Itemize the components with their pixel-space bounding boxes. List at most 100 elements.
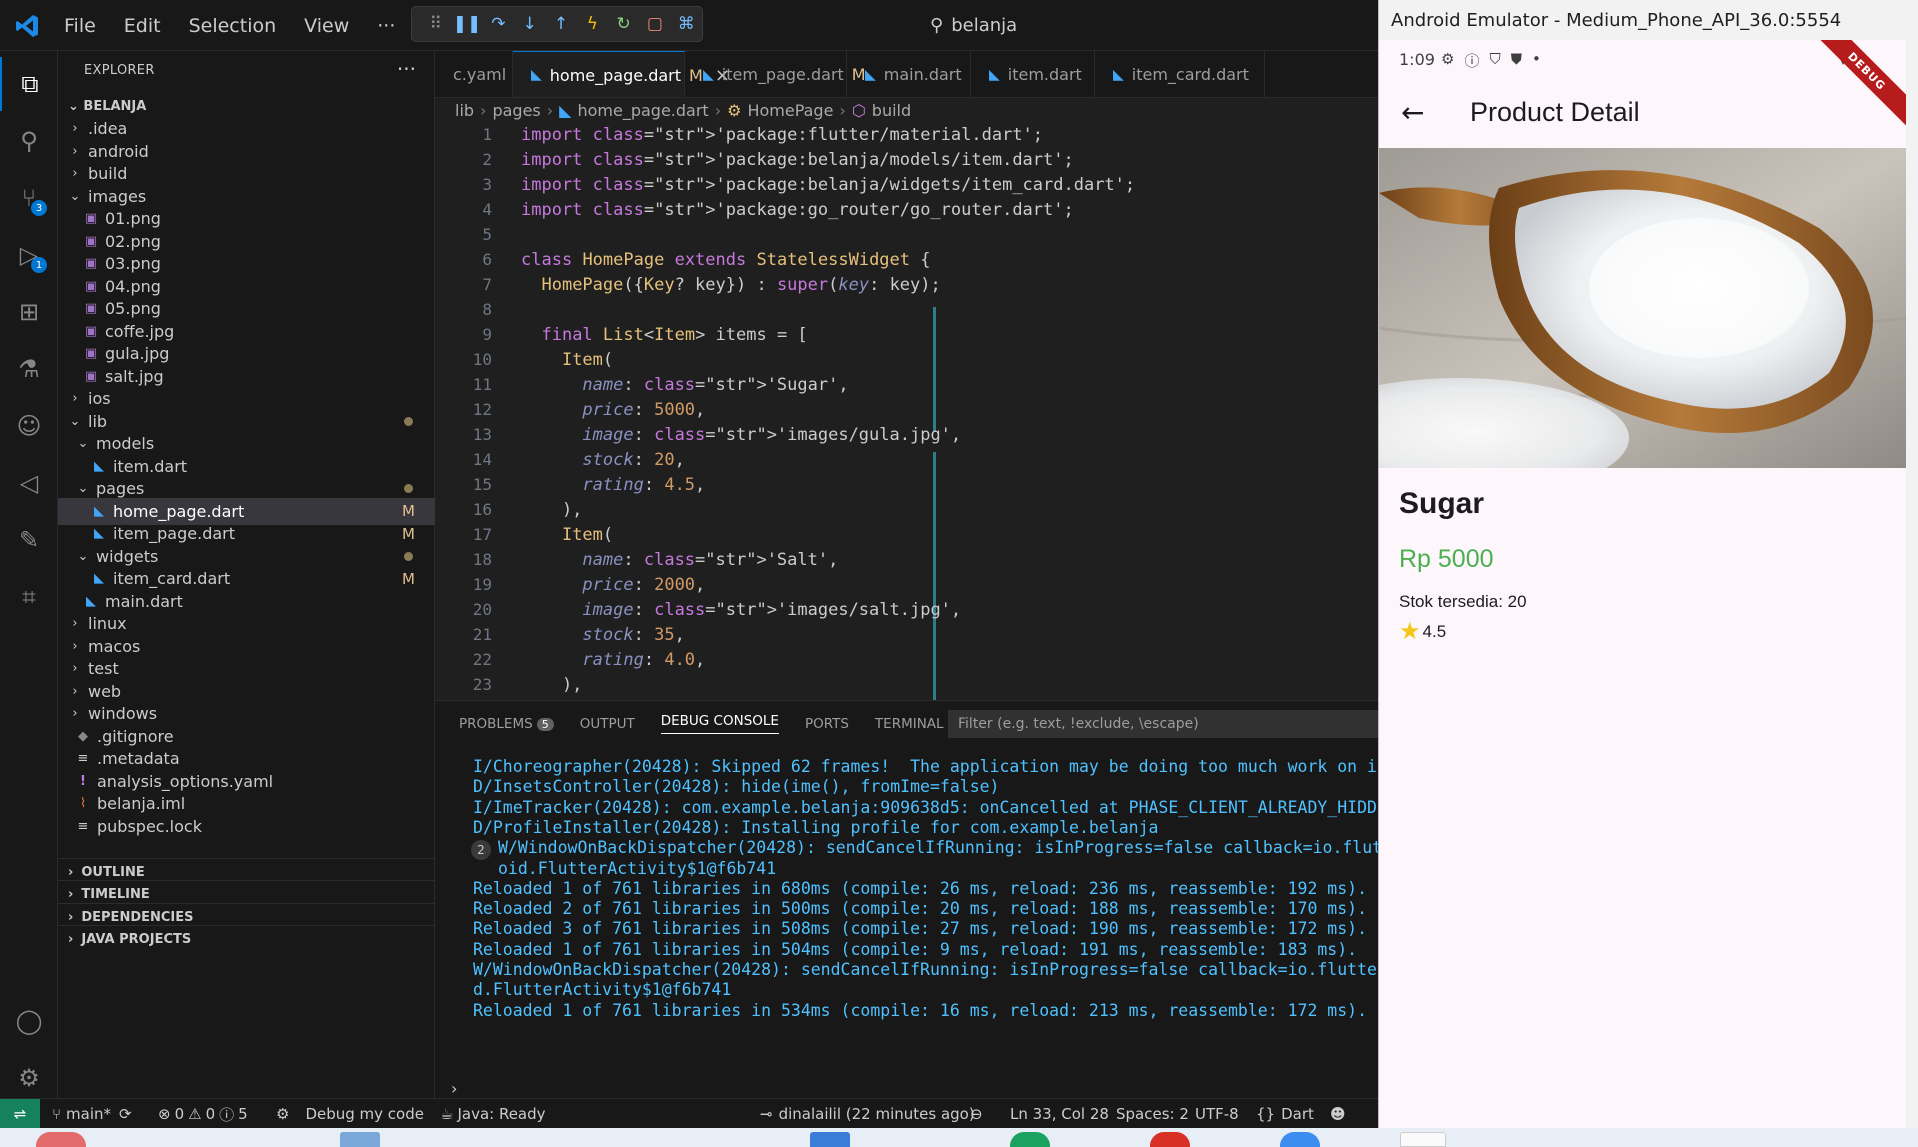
flutter-icon[interactable]: ◁: [0, 456, 58, 510]
indentation[interactable]: Spaces: 2: [1116, 1099, 1189, 1129]
editor-tab[interactable]: ◣ main.dart: [847, 51, 971, 97]
line-number: 1: [482, 125, 492, 144]
tree-item-label: 05.png: [105, 299, 161, 318]
breadcrumb-item[interactable]: build: [872, 101, 911, 120]
language-mode[interactable]: {} Dart: [1256, 1099, 1314, 1129]
problems-indicator[interactable]: ⊗ 0 ⚠ 0 ⓘ 5: [158, 1099, 248, 1129]
app-icon[interactable]: [36, 1132, 86, 1147]
search-icon[interactable]: ⚲: [0, 114, 58, 168]
hot-reload-icon[interactable]: ϟ: [577, 8, 608, 40]
sugar-spoon-image: [1379, 148, 1906, 468]
line-number: 10: [472, 350, 492, 369]
app-icon[interactable]: [1400, 1132, 1446, 1147]
tree-item-label: gula.jpg: [105, 344, 170, 363]
encoding[interactable]: UTF-8: [1195, 1099, 1239, 1129]
language-label: Dart: [1281, 1105, 1314, 1123]
java-status[interactable]: ☕ Java: Ready: [440, 1099, 546, 1129]
menu-item-1[interactable]: Edit: [124, 15, 161, 37]
run-debug-icon[interactable]: ▷ 1: [0, 228, 58, 282]
code-text: image: class="str">'images/salt.jpg',: [582, 599, 962, 620]
menu-item-0[interactable]: File: [64, 15, 96, 37]
drag-handle-icon[interactable]: ⠿: [420, 8, 451, 40]
tree-item-label: test: [88, 659, 119, 678]
panel-tab-label: OUTPUT: [579, 715, 635, 732]
panel-tab[interactable]: DEBUG CONSOLE: [660, 713, 779, 734]
editor-tab[interactable]: ◣ item.dart: [971, 51, 1095, 97]
app-icon[interactable]: [1010, 1132, 1050, 1147]
scan-icon[interactable]: ⌗: [0, 570, 58, 624]
gear-icon[interactable]: ⚙: [0, 1051, 58, 1105]
commit-icon: ⊸: [760, 1105, 773, 1123]
app-icon[interactable]: [1280, 1132, 1320, 1147]
line-number: 8: [482, 300, 492, 319]
source-control-icon[interactable]: ⑂ 3: [0, 171, 58, 225]
back-arrow-icon[interactable]: ←: [1401, 96, 1424, 129]
menu-item-3[interactable]: View: [304, 15, 349, 37]
branch-indicator[interactable]: ⑂ main* ⟳: [52, 1099, 132, 1129]
chevron-right-icon: ›: [714, 100, 722, 120]
app-icon[interactable]: [1150, 1132, 1190, 1147]
project-header[interactable]: ⌄ BELANJA: [68, 99, 146, 114]
product-price: Rp 5000: [1399, 545, 1494, 573]
tree-item-label: salt.jpg: [105, 366, 164, 386]
code-text: final List<Item> items = [: [541, 324, 808, 345]
sidebar-section[interactable]: › JAVA PROJECTS: [58, 925, 435, 952]
remote-icon[interactable]: ⇌: [0, 1099, 40, 1129]
tree-item-label: android: [88, 141, 149, 161]
breadcrumb-item[interactable]: HomePage: [747, 101, 833, 120]
breadcrumb-item[interactable]: home_page.dart: [577, 101, 708, 120]
cursor-position[interactable]: Ln 33, Col 28: [1010, 1099, 1109, 1129]
tree-item-label: coffe.jpg: [105, 321, 175, 341]
account-icon[interactable]: ◯: [0, 994, 58, 1048]
code-text: stock: 20,: [582, 449, 685, 470]
panel-tab[interactable]: PROBLEMS 5: [459, 716, 554, 732]
breadcrumb-item[interactable]: lib: [455, 101, 474, 120]
testing-icon[interactable]: ⚗: [0, 342, 58, 396]
pencil-icon[interactable]: ✎: [0, 513, 58, 567]
code-text: import class="str">'package:flutter/mate…: [521, 124, 1044, 145]
devtools-icon[interactable]: ⌘: [671, 8, 702, 40]
tab-label: home_page.dart: [549, 65, 681, 85]
panel-tab[interactable]: PORTS: [805, 716, 849, 732]
tree-item[interactable]: ≡ pubspec.lock: [58, 813, 435, 840]
run-debug-badge: 1: [31, 257, 47, 273]
tree-item-label: main.dart: [105, 591, 183, 611]
step-out-icon[interactable]: ↑: [545, 8, 576, 40]
menu-item-4[interactable]: ···: [377, 15, 395, 37]
command-center[interactable]: ⚲ belanja: [930, 9, 1350, 41]
debug-config[interactable]: ⚙ Debug my code: [276, 1099, 424, 1129]
step-over-icon[interactable]: ↷: [483, 8, 514, 40]
star-icon: ★: [1399, 618, 1421, 645]
line-number: 18: [472, 550, 492, 569]
editor-tab[interactable]: ◣ item_card.dart: [1095, 51, 1265, 97]
app-icon[interactable]: [340, 1132, 380, 1147]
editor-tab[interactable]: c.yaml: [435, 51, 513, 97]
menu-bar: File Edit Selection View ···: [64, 0, 395, 51]
zoom-icon[interactable]: ⊖: [970, 1099, 983, 1129]
vscode-logo-icon[interactable]: [14, 13, 40, 39]
remote-explorer-icon[interactable]: ☺: [0, 399, 58, 453]
panel-tab[interactable]: OUTPUT: [580, 716, 635, 732]
copilot-icon[interactable]: ☻: [1330, 1099, 1346, 1129]
stop-icon[interactable]: ▢: [639, 8, 670, 40]
app-icon[interactable]: [810, 1132, 850, 1147]
editor-tab[interactable]: ◣ item_page.dart M: [685, 51, 866, 97]
tree-item-label: home_page.dart: [113, 501, 245, 521]
chevron-down-icon: ⌄: [68, 99, 84, 114]
code-text: name: class="str">'Salt',: [582, 549, 839, 570]
pause-icon[interactable]: ❚❚: [451, 8, 482, 40]
explorer-icon[interactable]: ⧉: [0, 57, 58, 111]
editor-tab[interactable]: ◣ home_page.dart M ×: [513, 51, 730, 97]
step-into-icon[interactable]: ↓: [514, 8, 545, 40]
dart-file-icon: ◣: [94, 571, 104, 586]
panel-tab[interactable]: TERMINAL: [875, 716, 944, 732]
menu-item-2[interactable]: Selection: [189, 15, 277, 37]
git-blame[interactable]: ⊸ dinalailil (22 minutes ago): [760, 1099, 975, 1129]
extensions-icon[interactable]: ⊞: [0, 285, 58, 339]
image-file-icon: ▣: [84, 211, 98, 226]
restart-icon[interactable]: ↻: [608, 8, 639, 40]
console-prompt-icon[interactable]: ›: [451, 1079, 457, 1098]
breadcrumb-item[interactable]: pages: [492, 101, 540, 120]
more-actions-icon[interactable]: ···: [397, 57, 416, 81]
line-number: 22: [472, 650, 492, 669]
